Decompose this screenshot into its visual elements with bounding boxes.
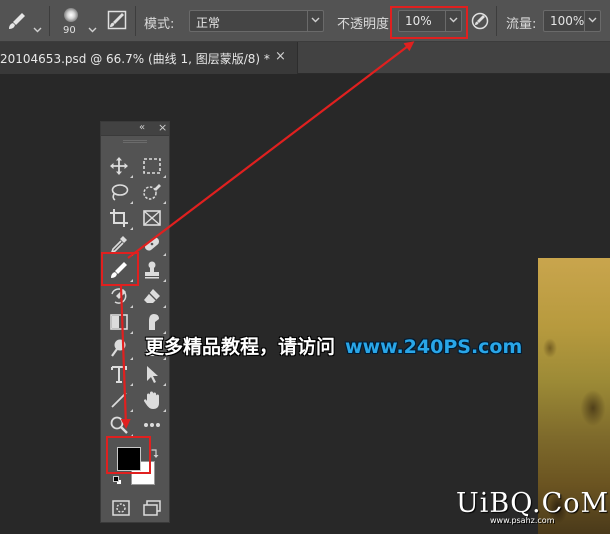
watermark-url: www.240PS.com — [345, 336, 523, 358]
watermark-logo: UiBQ.CoM — [456, 488, 610, 519]
watermark-banner: 更多精品教程，请访问 www.240PS.com — [145, 332, 522, 359]
watermark-small-url: www.psahz.com — [490, 516, 555, 525]
watermark-cn-text: 更多精品教程，请访问 — [145, 336, 336, 358]
annotation-arrows — [119, 41, 415, 429]
